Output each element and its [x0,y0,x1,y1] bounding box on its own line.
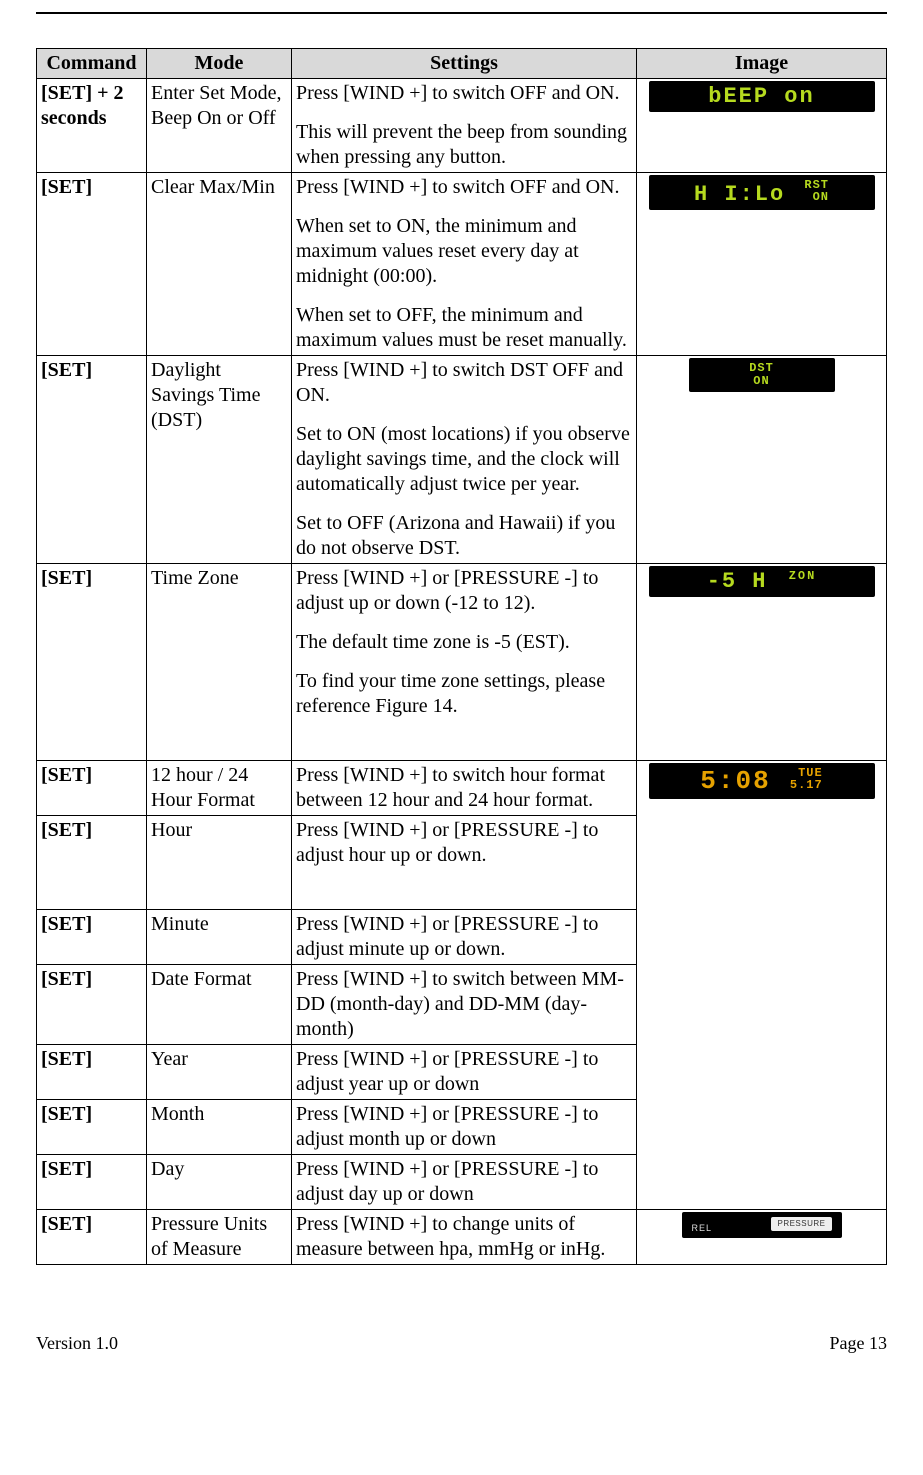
lcd-dst: DST ON [689,358,835,392]
lcd-beep: bEEP on [649,81,875,112]
settings-paragraph: Set to OFF (Arizona and Hawaii) if you d… [296,511,632,561]
settings-paragraph: Press [WIND +] to switch DST OFF and ON. [296,358,632,408]
cell-command: [SET] [37,1155,147,1210]
settings-paragraph: Press [WIND +] or [PRESSURE -] to adjust… [296,1157,632,1207]
settings-paragraph: To find your time zone settings, please … [296,669,632,719]
settings-paragraph: Press [WIND +] to change units of measur… [296,1212,632,1262]
cell-mode: 12 hour / 24 Hour Format [147,761,292,816]
lcd-date: 5.17 [790,778,823,792]
header-image: Image [637,49,887,79]
lcd-main: -5 H [707,569,768,594]
cell-command: [SET] [37,356,147,564]
cell-image: 5:08 TUE 5.17 [637,761,887,1210]
settings-paragraph: When set to ON, the minimum and maximum … [296,214,632,289]
lcd-pressure-btn: PRESSURE [771,1217,831,1231]
lcd-rel-label: REL [692,1223,713,1234]
cell-settings: Press [WIND +] or [PRESSURE -] to adjust… [292,910,637,965]
cell-mode: Time Zone [147,564,292,761]
cell-command: [SET] [37,761,147,816]
cell-settings: Press [WIND +] to change units of measur… [292,1210,637,1265]
settings-paragraph: Press [WIND +] or [PRESSURE -] to adjust… [296,566,632,616]
cell-settings: Press [WIND +] to switch OFF and ON. Thi… [292,79,637,173]
table-row: [SET] + 2 seconds Enter Set Mode, Beep O… [37,79,887,173]
cell-image: DST ON [637,356,887,564]
lcd-bot: ON [697,375,827,388]
cell-settings: Press [WIND +] to switch hour format bet… [292,761,637,816]
top-rule [36,12,887,14]
lcd-hilo: H I:Lo RST ON [649,175,875,210]
cell-image: REL PRESSURE [637,1210,887,1265]
settings-paragraph: Press [WIND +] or [PRESSURE -] to adjust… [296,912,632,962]
lcd-time: 5:08 [700,766,770,796]
settings-paragraph: Press [WIND +] to switch between MM-DD (… [296,967,632,1042]
settings-paragraph: Set to ON (most locations) if you observ… [296,422,632,497]
cell-command: [SET] [37,965,147,1045]
cell-mode: Date Format [147,965,292,1045]
header-command: Command [37,49,147,79]
cell-settings: Press [WIND +] to switch between MM-DD (… [292,965,637,1045]
settings-paragraph: Press [WIND +] or [PRESSURE -] to adjust… [296,818,632,868]
table-row: [SET] Clear Max/Min Press [WIND +] to sw… [37,173,887,356]
settings-paragraph: The default time zone is -5 (EST). [296,630,632,655]
header-settings: Settings [292,49,637,79]
cell-image: H I:Lo RST ON [637,173,887,356]
cell-command: [SET] [37,173,147,356]
settings-paragraph: Press [WIND +] to switch OFF and ON. [296,81,632,106]
cell-command: [SET] [37,1045,147,1100]
cell-mode: Clear Max/Min [147,173,292,356]
table-row: [SET] Pressure Units of Measure Press [W… [37,1210,887,1265]
cell-mode: Enter Set Mode, Beep On or Off [147,79,292,173]
cell-settings: Press [WIND +] or [PRESSURE -] to adjust… [292,816,637,910]
cell-image: -5 H ZON [637,564,887,761]
settings-paragraph: Press [WIND +] or [PRESSURE -] to adjust… [296,1102,632,1152]
settings-paragraph: When set to OFF, the minimum and maximum… [296,303,632,353]
header-mode: Mode [147,49,292,79]
footer-version: Version 1.0 [36,1333,118,1354]
cell-command: [SET] [37,564,147,761]
settings-table: Command Mode Settings Image [SET] + 2 se… [36,48,887,1265]
cell-settings: Press [WIND +] or [PRESSURE -] to adjust… [292,1045,637,1100]
cell-command: [SET] + 2 seconds [37,79,147,173]
table-row: [SET] Time Zone Press [WIND +] or [PRESS… [37,564,887,761]
cell-settings: Press [WIND +] or [PRESSURE -] to adjust… [292,564,637,761]
lcd-clock: 5:08 TUE 5.17 [649,763,875,799]
table-row: [SET] Daylight Savings Time (DST) Press … [37,356,887,564]
cell-mode: Year [147,1045,292,1100]
cell-image: bEEP on [637,79,887,173]
lcd-main: H I:Lo [694,182,785,207]
cell-settings: Press [WIND +] or [PRESSURE -] to adjust… [292,1155,637,1210]
lcd-timezone: -5 H ZON [649,566,875,597]
cell-mode: Hour [147,816,292,910]
lcd-zon-label: ZON [789,570,817,583]
lcd-on: ON [813,190,829,204]
cell-command: [SET] [37,910,147,965]
cell-mode: Day [147,1155,292,1210]
cell-mode: Minute [147,910,292,965]
lcd-day-date: TUE 5.17 [790,767,823,791]
settings-paragraph: This will prevent the beep from sounding… [296,120,632,170]
cell-command: [SET] [37,816,147,910]
table-header-row: Command Mode Settings Image [37,49,887,79]
cell-settings: Press [WIND +] or [PRESSURE -] to adjust… [292,1100,637,1155]
settings-paragraph: Press [WIND +] to switch OFF and ON. [296,175,632,200]
lcd-pressure: REL PRESSURE [682,1212,842,1238]
cell-mode: Daylight Savings Time (DST) [147,356,292,564]
cell-command: [SET] [37,1210,147,1265]
lcd-right-col: RST ON [804,179,829,203]
cell-settings: Press [WIND +] to switch OFF and ON. Whe… [292,173,637,356]
cell-settings: Press [WIND +] to switch DST OFF and ON.… [292,356,637,564]
cell-command: [SET] [37,1100,147,1155]
table-row: [SET] 12 hour / 24 Hour Format Press [WI… [37,761,887,816]
page-footer: Version 1.0 Page 13 [36,1333,887,1354]
settings-paragraph: Press [WIND +] to switch hour format bet… [296,763,632,813]
cell-mode: Pressure Units of Measure [147,1210,292,1265]
footer-page: Page 13 [830,1333,888,1354]
cell-mode: Month [147,1100,292,1155]
settings-paragraph: Press [WIND +] or [PRESSURE -] to adjust… [296,1047,632,1097]
